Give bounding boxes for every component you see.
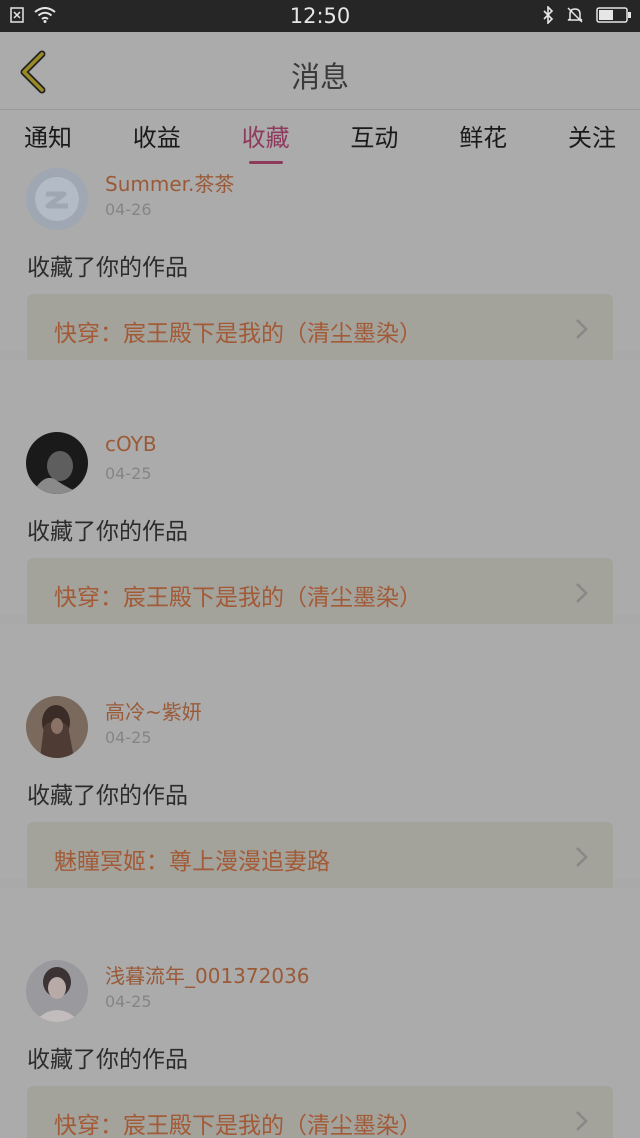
work-title: 魅瞳冥姬：尊上漫漫追妻路	[54, 849, 330, 875]
favorites-list[interactable]: Summer.茶茶 04-26 收藏了你的作品 快穿：宸王殿下是我的（清尘墨染）…	[0, 168, 640, 1138]
avatar[interactable]	[26, 168, 88, 230]
date: 04-25	[105, 728, 152, 747]
action-text: 收藏了你的作品	[27, 255, 188, 281]
user-photo-icon	[26, 696, 88, 758]
work-link[interactable]: 魅瞳冥姬：尊上漫漫追妻路	[27, 822, 613, 892]
tab-follows[interactable]: 关注	[568, 110, 616, 168]
list-item: cOYB 04-25 收藏了你的作品 快穿：宸王殿下是我的（清尘墨染）	[0, 360, 640, 628]
tab-earnings[interactable]: 收益	[133, 110, 181, 168]
date: 04-25	[105, 992, 152, 1011]
list-item: 高冷~紫妍 04-25 收藏了你的作品 魅瞳冥姬：尊上漫漫追妻路	[0, 624, 640, 892]
chevron-right-icon	[576, 583, 588, 603]
date: 04-26	[105, 200, 152, 219]
battery-icon	[596, 6, 632, 28]
username[interactable]: Summer.茶茶	[105, 168, 234, 197]
work-link[interactable]: 快穿：宸王殿下是我的（清尘墨染）	[27, 1086, 613, 1138]
work-link[interactable]: 快穿：宸王殿下是我的（清尘墨染）	[27, 558, 613, 628]
avatar[interactable]	[26, 960, 88, 1022]
username[interactable]: 高冷~紫妍	[105, 696, 202, 725]
chevron-right-icon	[576, 319, 588, 339]
mute-icon	[566, 6, 584, 28]
chevron-right-icon	[576, 1111, 588, 1131]
list-item: 浅暮流年_001372036 04-25 收藏了你的作品 快穿：宸王殿下是我的（…	[0, 888, 640, 1138]
avatar[interactable]	[26, 432, 88, 494]
work-title: 快穿：宸王殿下是我的（清尘墨染）	[54, 321, 422, 347]
chevron-right-icon	[576, 847, 588, 867]
work-title: 快穿：宸王殿下是我的（清尘墨染）	[54, 1113, 422, 1138]
date: 04-25	[105, 464, 152, 483]
action-text: 收藏了你的作品	[27, 519, 188, 545]
user-photo-icon	[26, 960, 88, 1022]
tab-notifications[interactable]: 通知	[24, 110, 72, 168]
work-link[interactable]: 快穿：宸王殿下是我的（清尘墨染）	[27, 294, 613, 364]
username[interactable]: 浅暮流年_001372036	[105, 960, 310, 989]
page-title: 消息	[290, 60, 349, 94]
header-bar: 消息	[0, 32, 640, 110]
bluetooth-icon	[542, 5, 554, 28]
avatar[interactable]	[26, 696, 88, 758]
tab-bar: 通知 收益 收藏 互动 鲜花 关注	[0, 110, 640, 168]
work-title: 快穿：宸王殿下是我的（清尘墨染）	[54, 585, 422, 611]
tab-interactions[interactable]: 互动	[350, 110, 398, 168]
tab-flowers[interactable]: 鲜花	[459, 110, 507, 168]
tab-favorites[interactable]: 收藏	[242, 110, 290, 168]
action-text: 收藏了你的作品	[27, 783, 188, 809]
status-bar: 12:50	[0, 0, 640, 32]
list-item: Summer.茶茶 04-26 收藏了你的作品 快穿：宸王殿下是我的（清尘墨染）	[0, 168, 640, 364]
user-photo-icon	[26, 432, 88, 494]
action-text: 收藏了你的作品	[27, 1047, 188, 1073]
username[interactable]: cOYB	[105, 432, 157, 456]
default-avatar-icon	[26, 168, 88, 230]
